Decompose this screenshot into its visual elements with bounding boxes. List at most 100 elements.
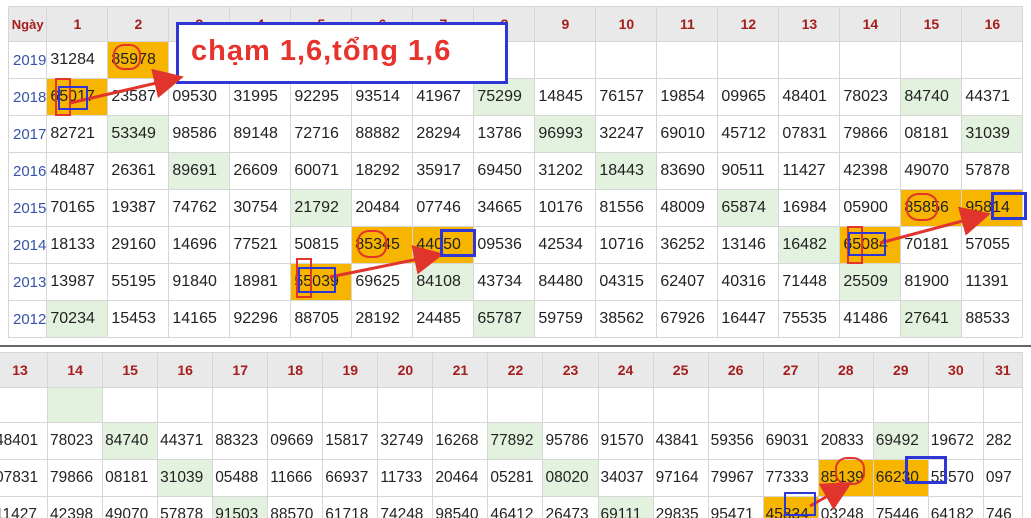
result-cell: 19672 [927, 422, 984, 460]
result-cell: 88705 [290, 300, 353, 338]
result-cell: 76157 [595, 78, 658, 116]
result-cell: 34037 [597, 459, 654, 497]
result-cell: 49070 [900, 152, 963, 190]
result-cell: 83690 [656, 152, 719, 190]
mark-box-2014-d14 [848, 232, 886, 256]
table-row: 2013 13987 55195 91840 18981 55039 69625 84108 4… [7, 263, 1024, 301]
result-cell: 19387 [107, 189, 170, 227]
result-cell: 48401 [0, 422, 49, 460]
result-cell: 57878 [961, 152, 1024, 190]
result-cell: 74762 [168, 189, 231, 227]
result-cell: 48487 [46, 152, 109, 190]
result-cell: 69492 [872, 422, 929, 460]
result-cell: 32749 [377, 422, 434, 460]
result-cell: 08181 [900, 115, 963, 153]
table-row [0, 387, 1024, 423]
result-cell: 79967 [707, 459, 764, 497]
result-cell: 31039 [961, 115, 1024, 153]
result-cell: 18292 [351, 152, 414, 190]
header-day-15: 15 [900, 6, 963, 42]
lottery-table-panel-top: Ngày 12345678910111213141516 20193128485… [0, 0, 1031, 347]
table-row: 2016 48487 26361 89691 26609 60071 18292 35917 6… [7, 152, 1024, 190]
result-cell: 89691 [168, 152, 231, 190]
result-cell: 43734 [473, 263, 536, 301]
table-row: 4840178023847404437188323096691581732749… [0, 422, 1024, 460]
result-cell: 72716 [290, 115, 353, 153]
result-cell: 67926 [656, 300, 719, 338]
result-cell [817, 387, 874, 423]
result-cell: 59759 [534, 300, 597, 338]
header-day-14: 14 [839, 6, 902, 42]
result-cell: 70234 [46, 300, 109, 338]
result-cell [597, 387, 654, 423]
result-cell: 41967 [412, 78, 475, 116]
header-day-25: 25 [652, 352, 709, 388]
table-row: 2018 65017 23587 09530 31995 92295 93514 41967 7… [7, 78, 1024, 116]
result-cell: 65787 [473, 300, 536, 338]
header-day-20: 20 [377, 352, 434, 388]
result-cell: 34665 [473, 189, 536, 227]
result-cell: 11666 [267, 459, 324, 497]
result-cell: 49070 [102, 496, 159, 518]
result-cell: 82721 [46, 115, 109, 153]
result-cell: 61718 [322, 496, 379, 518]
result-cell: 23587 [107, 78, 170, 116]
result-cell: 10176 [534, 189, 597, 227]
result-cell: 77892 [487, 422, 544, 460]
result-cell [839, 41, 902, 79]
header-day-31: 31 [982, 352, 1024, 388]
year-cell: 2013 [7, 263, 48, 301]
result-cell: 60071 [290, 152, 353, 190]
result-cell [652, 387, 709, 423]
result-cell: 09669 [267, 422, 324, 460]
mark-circle-2015-d15 [906, 193, 938, 221]
result-cell: 21792 [290, 189, 353, 227]
result-cell: 57055 [961, 226, 1024, 264]
result-cell: 96993 [534, 115, 597, 153]
result-cell: 27641 [900, 300, 963, 338]
result-cell: 81556 [595, 189, 658, 227]
result-cell: 35917 [412, 152, 475, 190]
result-cell: 28192 [351, 300, 414, 338]
header-day-2: 2 [107, 6, 170, 42]
result-cell: 16482 [778, 226, 841, 264]
result-cell: 92296 [229, 300, 292, 338]
result-cell: 44371 [157, 422, 214, 460]
result-cell: 05281 [487, 459, 544, 497]
header-day-30: 30 [927, 352, 984, 388]
result-cell [961, 41, 1024, 79]
result-cell: 07831 [778, 115, 841, 153]
result-cell: 90511 [717, 152, 780, 190]
result-cell: 05900 [839, 189, 902, 227]
result-cell: 36252 [656, 226, 719, 264]
result-cell: 28294 [412, 115, 475, 153]
header-day-10: 10 [595, 6, 658, 42]
result-cell: 09965 [717, 78, 780, 116]
result-cell [778, 41, 841, 79]
result-cell [872, 387, 929, 423]
result-cell: 95471 [707, 496, 764, 518]
results-table-continued: 13141516171819202122232425262728293031 4… [0, 352, 1024, 518]
result-cell: 88323 [212, 422, 269, 460]
result-cell [487, 387, 544, 423]
result-cell: 69010 [656, 115, 719, 153]
result-cell: 14845 [534, 78, 597, 116]
result-cell: 77333 [762, 459, 819, 497]
result-cell: 48401 [778, 78, 841, 116]
mark-circle-2014-d6 [357, 230, 387, 258]
result-cell: 26473 [542, 496, 599, 518]
year-cell: 2019 [7, 41, 48, 79]
result-cell: 84740 [102, 422, 159, 460]
result-cell: 32247 [595, 115, 658, 153]
result-cell [322, 387, 379, 423]
result-cell: 11427 [778, 152, 841, 190]
header-day-1: 1 [46, 6, 109, 42]
header-day-26: 26 [707, 352, 764, 388]
result-cell: 15453 [107, 300, 170, 338]
result-cell: 13987 [46, 263, 109, 301]
result-cell [0, 387, 49, 423]
result-cell: 65874 [717, 189, 780, 227]
result-cell: 79866 [47, 459, 104, 497]
result-cell: 25509 [839, 263, 902, 301]
table-row: 2019 31284 85978 [7, 41, 1024, 79]
